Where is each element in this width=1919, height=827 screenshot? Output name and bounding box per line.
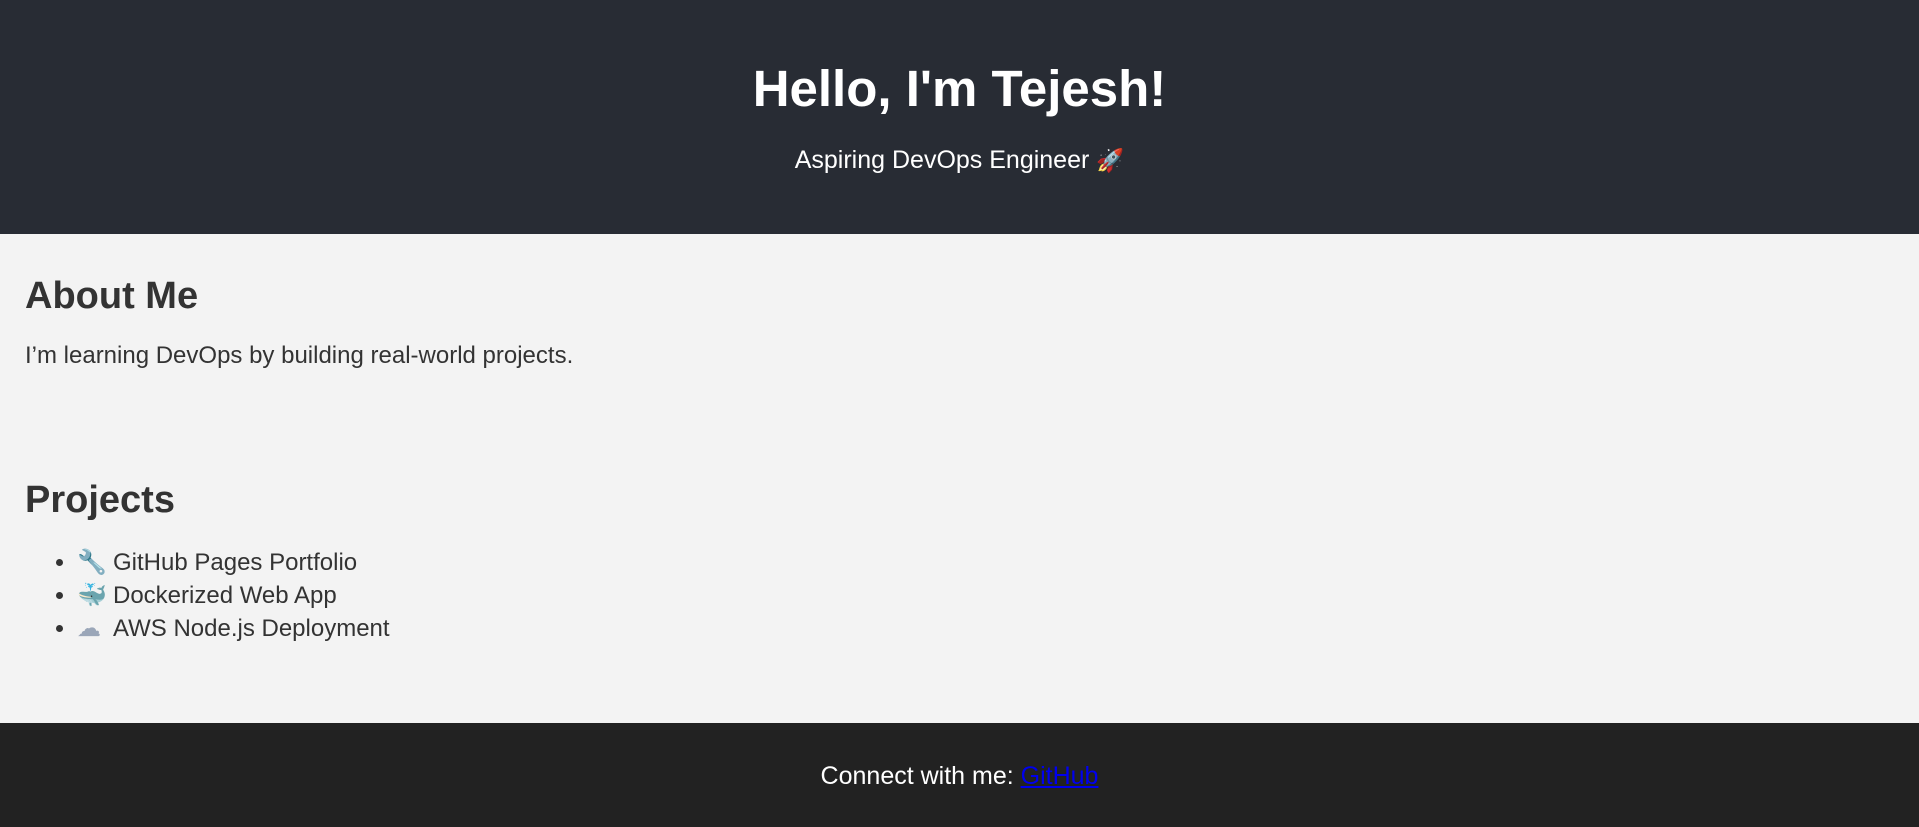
page-title: Hello, I'm Tejesh! bbox=[752, 60, 1167, 117]
rocket-icon: 🚀 bbox=[1096, 148, 1125, 173]
site-footer: Connect with me: GitHub bbox=[0, 723, 1919, 827]
page-subtitle: Aspiring DevOps Engineer 🚀 bbox=[0, 145, 1919, 176]
wrench-icon: 🔧 bbox=[77, 549, 107, 576]
main-content: About Me I’m learning DevOps by building… bbox=[0, 234, 1919, 723]
about-heading: About Me bbox=[25, 275, 199, 317]
footer-text: Connect with me: bbox=[820, 762, 1014, 790]
whale-icon: 🐳 bbox=[77, 582, 107, 609]
about-text: I’m learning DevOps by building real-wor… bbox=[25, 342, 574, 369]
github-link[interactable]: GitHub bbox=[1021, 762, 1099, 790]
cloud-icon: ☁ bbox=[77, 615, 101, 642]
project-label: Dockerized Web App bbox=[113, 582, 337, 609]
projects-heading: Projects bbox=[25, 479, 175, 521]
project-label: AWS Node.js Deployment bbox=[113, 615, 390, 642]
projects-list: 🔧GitHub Pages Portfolio 🐳Dockerized Web … bbox=[25, 546, 1894, 645]
subtitle-text: Aspiring DevOps Engineer bbox=[794, 146, 1090, 174]
list-item: 🔧GitHub Pages Portfolio bbox=[77, 546, 1894, 579]
about-section: About Me I’m learning DevOps by building… bbox=[25, 256, 1894, 370]
projects-section: Projects 🔧GitHub Pages Portfolio 🐳Docker… bbox=[25, 460, 1894, 645]
list-item: ☁ AWS Node.js Deployment bbox=[77, 612, 1894, 645]
list-item: 🐳Dockerized Web App bbox=[77, 579, 1894, 612]
site-header: Hello, I'm Tejesh! Aspiring DevOps Engin… bbox=[0, 0, 1919, 234]
project-label: GitHub Pages Portfolio bbox=[113, 549, 358, 576]
